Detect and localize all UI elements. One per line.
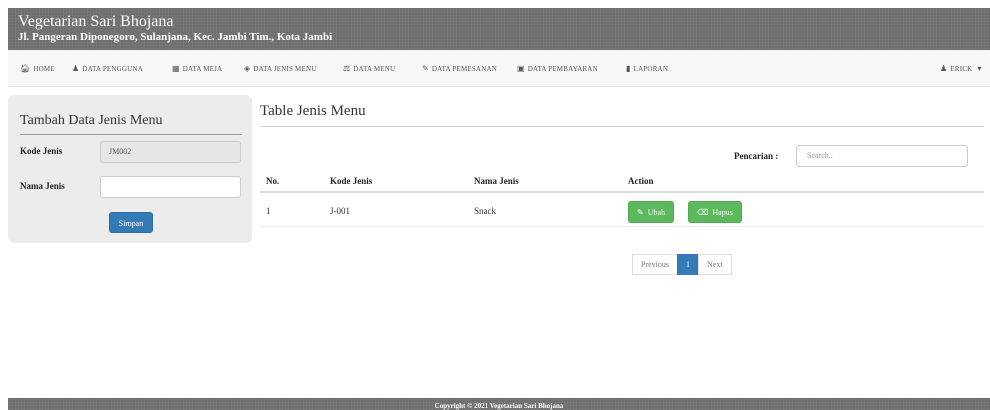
previous-page-button[interactable]: Previous — [632, 254, 678, 275]
trash-icon: ⌫ — [697, 208, 709, 217]
table-header-kode-jenis: Kode Jenis — [330, 176, 373, 186]
home-icon: 🏠︎ — [20, 64, 31, 73]
app-address: Jl. Pangeran Diponegoro, Sulanjana, Kec.… — [18, 31, 333, 43]
nav-home-label: HOME — [33, 65, 55, 73]
ubah-label: Ubah — [647, 208, 666, 217]
user-icon: ♟ — [940, 64, 948, 73]
table-cell-kode-jenis: J-001 — [330, 206, 350, 216]
next-page-button[interactable]: Next — [698, 254, 732, 275]
nav-data-meja[interactable]: ▦ DATA MEJA — [172, 50, 222, 87]
navbar: 🏠︎ HOME ♟ DATA PENGGUNA ▦ DATA MEJA ◈ DATA J… — [8, 50, 990, 87]
pencil-icon: ✎ — [422, 64, 429, 73]
nav-data-pemesanan[interactable]: ✎ DATA PEMESANAN — [422, 50, 497, 87]
search-input[interactable]: Search.. — [796, 145, 968, 167]
caret-down-icon: ▾ — [977, 64, 982, 73]
footer: Copyright © 2021 Vegetarian Sari Bhojana — [8, 398, 990, 410]
form-title: Tambah Data Jenis Menu — [20, 113, 242, 135]
app-title: Vegetarian Sari Bhojana — [18, 13, 174, 30]
nama-jenis-field[interactable] — [100, 176, 241, 198]
cutlery-icon: ⚖ — [343, 64, 351, 73]
kode-jenis-field: JM002 — [100, 141, 241, 163]
page-1-button[interactable]: 1 — [677, 254, 699, 275]
table-title: Table Jenis Menu — [260, 103, 984, 127]
nav-laporan[interactable]: ▮ LAPORAN — [626, 50, 668, 87]
cash-icon: ▣ — [517, 64, 525, 73]
hapus-button[interactable]: ⌫ Hapus — [688, 201, 742, 223]
nav-data-pemesanan-label: DATA PEMESANAN — [431, 65, 497, 73]
app-header: Vegetarian Sari Bhojana Jl. Pangeran Dip… — [8, 8, 990, 50]
table-cell-no: 1 — [266, 206, 271, 216]
nav-data-meja-label: DATA MEJA — [182, 65, 223, 73]
table-row-divider — [260, 226, 984, 227]
nav-data-menu[interactable]: ⚖ DATA MENU — [343, 50, 395, 87]
table-cell-nama-jenis: Snack — [474, 206, 496, 216]
table-header-nama-jenis: Nama Jenis — [474, 176, 519, 186]
nama-jenis-label: Nama Jenis — [20, 181, 65, 191]
nav-laporan-label: LAPORAN — [633, 65, 669, 73]
search-label: Pencarian : — [734, 151, 779, 161]
nav-data-pembayaran-label: DATA PEMBAYARAN — [527, 65, 598, 73]
table-header-action: Action — [628, 176, 654, 186]
ubah-button[interactable]: ✎ Ubah — [628, 201, 675, 223]
nav-home[interactable]: 🏠︎ HOME — [20, 50, 55, 87]
nav-data-pengguna[interactable]: ♟ DATA PENGGUNA — [72, 50, 143, 87]
nav-data-pengguna-label: DATA PENGGUNA — [82, 65, 143, 73]
user-menu[interactable]: ♟ ERICK ▾ — [940, 50, 982, 87]
file-icon: ▮ — [626, 64, 631, 73]
nav-data-jenis-menu-label: DATA JENIS MENU — [253, 65, 317, 73]
pagination: Previous 1 Next — [632, 254, 732, 275]
simpan-button[interactable]: Simpan — [109, 212, 153, 233]
user-menu-label: ERICK — [950, 65, 973, 73]
user-icon: ♟ — [72, 64, 80, 73]
nav-data-jenis-menu[interactable]: ◈ DATA JENIS MENU — [244, 50, 316, 87]
table-header-divider — [260, 191, 984, 193]
kode-jenis-label: Kode Jenis — [20, 146, 63, 156]
nav-data-menu-label: DATA MENU — [353, 65, 396, 73]
hapus-label: Hapus — [712, 208, 733, 217]
nav-data-pembayaran[interactable]: ▣ DATA PEMBAYARAN — [517, 50, 598, 87]
footer-copyright: Copyright © 2021 Vegetarian Sari Bhojana — [434, 402, 564, 410]
table-icon: ▦ — [172, 64, 180, 73]
table-header-no: No. — [266, 176, 280, 186]
tag-icon: ◈ — [244, 64, 251, 73]
edit-icon: ✎ — [637, 208, 644, 217]
